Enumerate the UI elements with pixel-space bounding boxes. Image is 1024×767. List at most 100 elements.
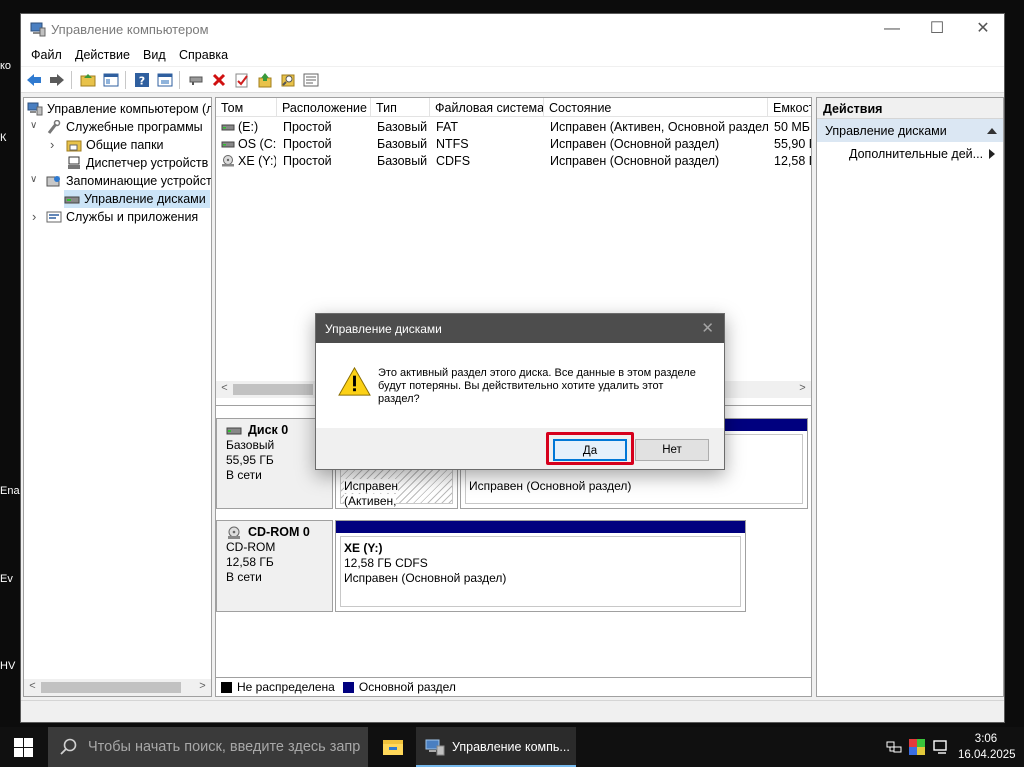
cd-drive-icon	[228, 526, 240, 539]
column-header-type[interactable]: Тип	[371, 98, 430, 117]
submenu-arrow-icon	[989, 149, 995, 159]
color-display-icon[interactable]	[909, 739, 925, 755]
cdrom-0-info[interactable]: CD-ROM 0 CD-ROM 12,58 ГБ В сети	[216, 520, 333, 612]
taskbar-search-box[interactable]: Чтобы начать поиск, введите здесь запр	[48, 727, 368, 767]
list-icon[interactable]	[302, 71, 320, 89]
cell-capacity: 50 МБ	[774, 120, 810, 134]
disk-type: Базовый	[226, 438, 275, 452]
tree-horizontal-scrollbar[interactable]: < >	[24, 679, 211, 696]
dialog-title-bar[interactable]: Управление дисками ✕	[316, 314, 724, 343]
cell-volume: (E:)	[238, 120, 259, 134]
computer-management-icon	[30, 22, 46, 37]
scroll-left-icon[interactable]: <	[216, 382, 233, 394]
device-manager-icon	[68, 156, 80, 169]
up-folder-icon[interactable]	[79, 71, 97, 89]
warning-icon	[338, 366, 371, 396]
back-arrow-icon[interactable]	[25, 71, 43, 89]
title-bar[interactable]: Управление компьютером — ☐ ✕	[21, 14, 1004, 45]
show-hide-tree-icon[interactable]	[102, 71, 120, 89]
scroll-left-icon[interactable]: <	[24, 680, 41, 692]
clock-time: 3:06	[974, 733, 998, 745]
connect-icon[interactable]	[187, 71, 205, 89]
legend-swatch-unallocated	[221, 681, 232, 693]
column-header-volume[interactable]: Том	[216, 98, 277, 117]
partition-bar	[336, 521, 745, 533]
tree-item-disk-management[interactable]: Управление дисками	[64, 190, 210, 208]
window-title: Управление компьютером	[51, 22, 209, 37]
menu-view[interactable]: Вид	[143, 48, 166, 62]
more-actions-item[interactable]: Дополнительные дей...	[817, 142, 1003, 164]
collapse-arrow-icon[interactable]: ∨	[30, 174, 37, 185]
volume-drive-icon	[221, 141, 235, 148]
partition-status: Исправен (Основной раздел)	[344, 571, 507, 585]
help-icon[interactable]: ?	[133, 71, 151, 89]
computer-management-icon	[425, 739, 445, 756]
tree-item-computer-management[interactable]: Управление компьютером (л	[27, 100, 211, 118]
actions-header: Действия	[817, 98, 1003, 119]
cell-status: Исправен (Основной раздел)	[550, 154, 720, 168]
tree-item-device-manager[interactable]: Диспетчер устройств	[66, 154, 208, 172]
minimize-button[interactable]: —	[869, 14, 915, 45]
menu-help[interactable]: Справка	[179, 48, 228, 62]
column-header-layout[interactable]: Расположение	[277, 98, 371, 117]
scroll-right-icon[interactable]: >	[194, 680, 211, 692]
tree-item-label: Запоминающие устройст	[66, 174, 212, 188]
menu-action[interactable]: Действие	[75, 48, 130, 62]
column-header-filesystem[interactable]: Файловая система	[430, 98, 544, 117]
cell-filesystem: FAT	[436, 120, 458, 134]
scroll-right-icon[interactable]: >	[794, 382, 811, 394]
clock[interactable]: 3:06 16.04.2025	[958, 731, 1016, 763]
services-icon	[46, 211, 62, 223]
tree-item-storage[interactable]: Запоминающие устройст	[46, 172, 212, 190]
tree-item-services-apps[interactable]: Службы и приложения	[46, 208, 198, 226]
taskbar-computer-management[interactable]: Управление компь...	[416, 727, 576, 767]
search-icon[interactable]	[279, 71, 297, 89]
yes-button[interactable]: Да	[553, 439, 627, 461]
actions-pane: Действия Управление дисками Дополнительн…	[816, 97, 1004, 697]
maximize-button[interactable]: ☐	[914, 14, 960, 45]
properties-icon[interactable]	[156, 71, 174, 89]
dialog-close-icon[interactable]: ✕	[701, 319, 714, 337]
legend-swatch-primary	[342, 681, 354, 693]
delete-icon[interactable]	[210, 71, 228, 89]
toolbar: ?	[21, 67, 1004, 93]
partition-y-cdrom[interactable]: XE (Y:) 12,58 ГБ CDFS Исправен (Основной…	[335, 520, 746, 612]
disk-type: CD-ROM	[226, 540, 276, 554]
scrollbar-thumb[interactable]	[233, 384, 313, 395]
legend-unallocated: Не распределена	[237, 680, 335, 694]
expand-arrow-icon[interactable]: ›	[32, 209, 36, 224]
tree-item-label: Диспетчер устройств	[86, 156, 209, 170]
tree-item-label: Служебные программы	[66, 120, 203, 134]
cell-capacity: 12,58 Г	[774, 154, 812, 168]
forward-arrow-icon[interactable]	[48, 71, 66, 89]
scrollbar-thumb[interactable]	[41, 682, 181, 693]
disk-size: 55,95 ГБ	[226, 453, 274, 467]
disk-icon	[226, 427, 242, 434]
legend-primary: Основной раздел	[358, 680, 456, 694]
network-icon[interactable]	[886, 740, 902, 754]
check-icon[interactable]	[233, 71, 251, 89]
column-header-status[interactable]: Состояние	[544, 98, 768, 117]
collapse-arrow-icon[interactable]: ∨	[30, 120, 37, 131]
tools-icon	[47, 120, 61, 134]
disk-status: В сети	[226, 468, 262, 482]
clock-date: 16.04.2025	[958, 749, 1016, 761]
tree-item-label: Общие папки	[86, 138, 164, 152]
column-header-capacity[interactable]: Емкост	[768, 98, 811, 117]
menu-file[interactable]: Файл	[31, 48, 62, 62]
taskbar-file-explorer[interactable]	[370, 727, 416, 767]
export-icon[interactable]	[256, 71, 274, 89]
tree-item-shared-folders[interactable]: Общие папки	[66, 136, 164, 154]
actions-section-disk-management[interactable]: Управление дисками	[817, 119, 1003, 142]
collapse-up-icon[interactable]	[987, 127, 997, 134]
expand-arrow-icon[interactable]: ›	[50, 137, 54, 152]
cell-type: Базовый	[377, 137, 428, 151]
computer-management-icon	[27, 102, 43, 116]
no-button[interactable]: Нет	[635, 439, 709, 461]
desktop-icon-label: К	[0, 132, 7, 144]
close-button[interactable]: ✕	[960, 14, 1006, 45]
network-monitor-icon[interactable]	[933, 740, 950, 754]
tree-item-system-tools[interactable]: Служебные программы	[46, 118, 203, 136]
windows-start-icon[interactable]	[14, 738, 34, 761]
partition-status: Исправен (Активен,	[344, 479, 399, 508]
